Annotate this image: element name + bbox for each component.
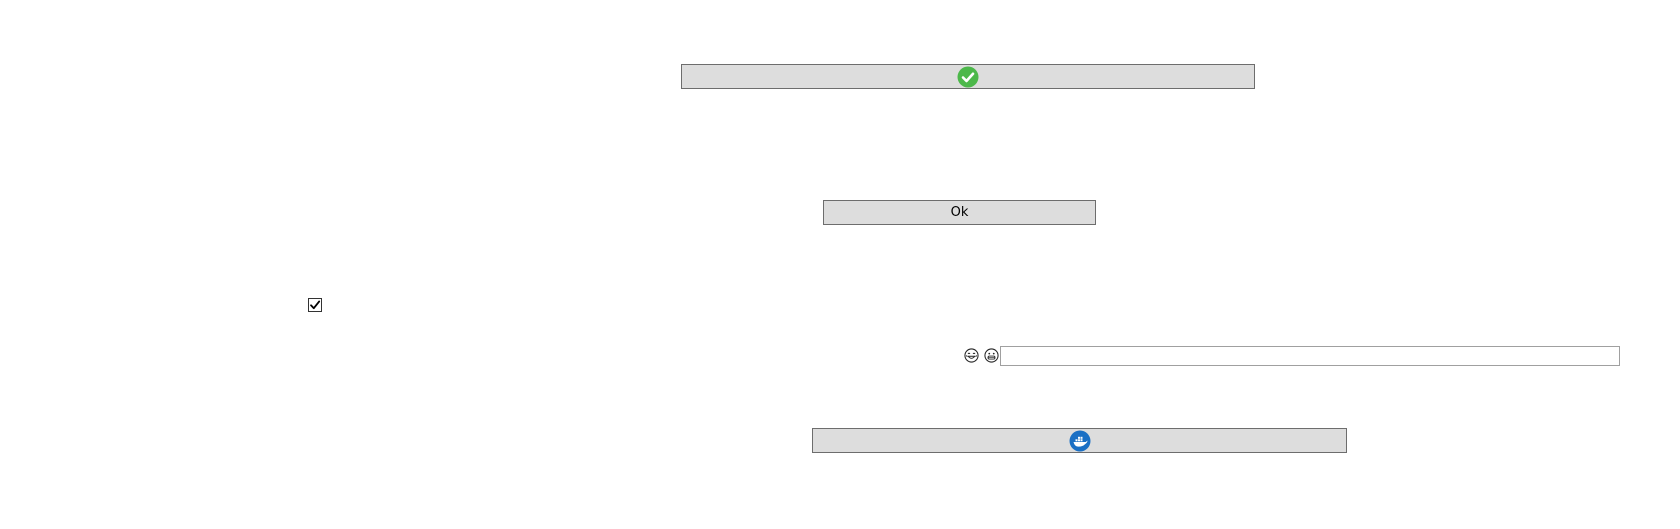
grinning-face-icon[interactable] — [984, 348, 999, 363]
checkbox[interactable] — [308, 298, 322, 312]
check-circle-icon — [957, 66, 979, 88]
docker-icon — [1069, 430, 1091, 452]
laughing-face-icon[interactable] — [964, 348, 979, 363]
ok-button[interactable]: Ok — [823, 200, 1096, 225]
check-button[interactable] — [681, 64, 1255, 89]
checkmark-icon — [309, 299, 321, 311]
text-field[interactable] — [1000, 346, 1620, 366]
docker-button[interactable] — [812, 428, 1347, 453]
